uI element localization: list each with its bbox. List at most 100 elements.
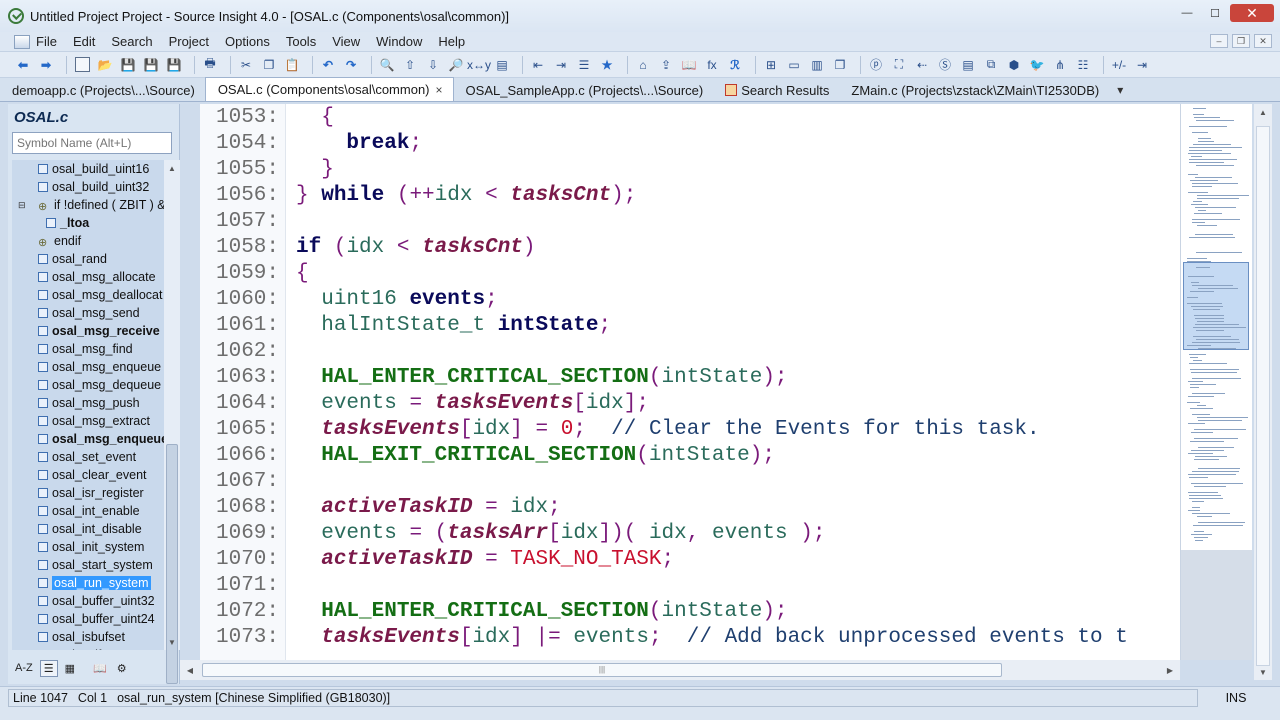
symbol-list-item[interactable]: ⊕ endif <box>12 232 164 250</box>
forward-arrow-icon[interactable]: ➡ <box>37 56 55 74</box>
symbol-list-item[interactable]: osal_buffer_uint32 <box>12 592 164 610</box>
scroll-thumb[interactable] <box>1256 126 1270 666</box>
save-as-icon[interactable]: 💾 <box>142 56 160 74</box>
tab-osal-sampleapp-c[interactable]: OSAL_SampleApp.c (Projects\...\Source) <box>454 79 714 101</box>
menu-edit[interactable]: Edit <box>65 34 103 49</box>
close-button[interactable]: ✕ <box>1230 4 1274 22</box>
category-view-button[interactable]: ▦ <box>62 661 78 676</box>
menu-tools[interactable]: Tools <box>278 34 324 49</box>
symbol-list-item[interactable]: osal_start_system <box>12 556 164 574</box>
save-all-icon[interactable]: 💾 <box>165 56 183 74</box>
editor-horizontal-scrollbar[interactable]: ◀ ||| ▶ <box>180 660 1180 680</box>
maximize-button[interactable]: ☐ <box>1202 4 1228 22</box>
symbol-list-item[interactable]: osal_msg_find <box>12 340 164 358</box>
tree-icon[interactable]: ⋔ <box>1051 56 1069 74</box>
symbol-list-item[interactable]: osal_init_system <box>12 538 164 556</box>
open-folder-icon[interactable]: 📂 <box>96 56 114 74</box>
doc-restore-button[interactable]: ❐ <box>1232 34 1250 48</box>
symbol-list-item[interactable]: osal_buffer_uint24 <box>12 610 164 628</box>
symbol-list-item[interactable]: osal_build_uint16 <box>12 160 164 178</box>
scroll-down-icon[interactable]: ▼ <box>164 634 180 650</box>
symbol-list-item[interactable]: osal_build_uint32 <box>12 178 164 196</box>
bookmark-next-icon[interactable]: ⇥ <box>552 56 570 74</box>
symbol-list-item[interactable]: osal_int_enable <box>12 502 164 520</box>
symbol-window-icon[interactable]: ⇠ <box>913 56 931 74</box>
symbol-list-item[interactable]: osal_int_disable <box>12 520 164 538</box>
tab-zmain-c[interactable]: ZMain.c (Projects\zstack\ZMain\TI2530DB) <box>839 79 1109 101</box>
symbol-list-item[interactable]: _ltoa <box>12 214 164 232</box>
code-overview-minimap[interactable] <box>1180 104 1252 660</box>
collapse-icon[interactable]: ⊟ <box>18 200 26 211</box>
redo-icon[interactable]: ↷ <box>342 56 360 74</box>
search-forward-icon[interactable]: ⇩ <box>424 56 442 74</box>
symbol-list-item[interactable]: osal_msg_enqueue <box>12 358 164 376</box>
menu-search[interactable]: Search <box>103 34 160 49</box>
bookmark-list-icon[interactable]: ☰ <box>575 56 593 74</box>
scroll-right-icon[interactable]: ▶ <box>1162 662 1178 678</box>
paste-icon[interactable]: 📋 <box>283 56 301 74</box>
menu-help[interactable]: Help <box>430 34 473 49</box>
scroll-up-icon[interactable]: ▲ <box>1254 104 1272 120</box>
code-editor[interactable]: 1053: {1054: break; 1055: } 1056:} while (… <box>200 104 1180 660</box>
scroll-up-icon[interactable]: ▲ <box>164 160 180 176</box>
settings-gear-icon[interactable]: ⚙ <box>114 661 130 676</box>
symbol-list-item[interactable]: osal_isbufset <box>12 628 164 646</box>
menu-file[interactable]: File <box>30 34 65 49</box>
symbol-list-item[interactable]: osal_self <box>12 646 164 650</box>
symbol-list-scrollbar[interactable]: ▲ ▼ <box>164 160 180 684</box>
scroll-left-icon[interactable]: ◀ <box>182 662 198 678</box>
new-file-icon[interactable] <box>73 56 91 74</box>
doc-close-button[interactable]: ✕ <box>1254 34 1272 48</box>
sort-alpha-button[interactable]: A-Z <box>12 661 36 675</box>
menu-project[interactable]: Project <box>161 34 217 49</box>
menu-options[interactable]: Options <box>217 34 278 49</box>
search-project-icon[interactable]: ▤ <box>493 56 511 74</box>
book-icon[interactable]: 📖 <box>90 661 110 676</box>
symbol-list-item[interactable]: osal_msg_push <box>12 394 164 412</box>
function-icon[interactable]: fx <box>703 56 721 74</box>
project-icon[interactable]: ⓟ <box>867 56 885 74</box>
undo-icon[interactable]: ↶ <box>319 56 337 74</box>
copy-icon[interactable]: ❐ <box>260 56 278 74</box>
symbol-list-item[interactable]: osal_set_event <box>12 448 164 466</box>
symbol-list-item[interactable]: osal_isr_register <box>12 484 164 502</box>
scroll-down-icon[interactable]: ▼ <box>1254 664 1272 680</box>
tab-osal-c[interactable]: OSAL.c (Components\osal\common) × <box>204 77 454 101</box>
indent-icon[interactable]: ⇥ <box>1133 56 1151 74</box>
symbol-list-item[interactable]: osal_msg_allocate <box>12 268 164 286</box>
replace-icon[interactable]: x↔y <box>467 56 491 74</box>
tab-close-icon[interactable]: × <box>436 83 443 97</box>
windows-icon[interactable]: ❐ <box>831 56 849 74</box>
scroll-thumb[interactable]: ||| <box>202 663 1002 677</box>
find-files-icon[interactable]: 🔎 <box>447 56 465 74</box>
layout-icon[interactable]: ⊞ <box>762 56 780 74</box>
editor-vertical-scrollbar[interactable]: ▲ ▼ <box>1254 104 1272 680</box>
tab-size-icon[interactable]: +/- <box>1110 56 1128 74</box>
find-icon[interactable]: 🔍 <box>378 56 396 74</box>
relation-window-icon[interactable]: ℛ <box>726 56 744 74</box>
clip-window-icon[interactable]: ▤ <box>959 56 977 74</box>
jump-to-definition-icon[interactable]: ⇪ <box>657 56 675 74</box>
package-icon[interactable]: ⬢ <box>1005 56 1023 74</box>
snippet-icon[interactable]: ⧉ <box>982 56 1000 74</box>
bookmark-prev-icon[interactable]: ⇤ <box>529 56 547 74</box>
search-backward-icon[interactable]: ⇧ <box>401 56 419 74</box>
menu-window[interactable]: Window <box>368 34 430 49</box>
symbol-list-item[interactable]: osal_msg_receive <box>12 322 164 340</box>
symbol-list-item[interactable]: osal_msg_enqueue <box>12 430 164 448</box>
tab-list-dropdown-icon[interactable]: ▾ <box>1117 83 1123 97</box>
bird-icon[interactable]: 🐦 <box>1028 56 1046 74</box>
doc-minimize-button[interactable]: – <box>1210 34 1228 48</box>
cut-icon[interactable]: ✂ <box>237 56 255 74</box>
menu-view[interactable]: View <box>324 34 368 49</box>
tab-search-results[interactable]: Search Results <box>713 79 839 101</box>
symbol-list-item[interactable]: osal_msg_extract <box>12 412 164 430</box>
outline-icon[interactable]: ☷ <box>1074 56 1092 74</box>
symbol-list-item[interactable]: osal_rand <box>12 250 164 268</box>
lookup-reference-icon[interactable]: 📖 <box>680 56 698 74</box>
system-menu-icon[interactable] <box>14 34 30 49</box>
browse-symbols-icon[interactable]: ⌂ <box>634 56 652 74</box>
symbol-list-item[interactable]: ⊟ ⊕ if !defined ( ZBIT ) & <box>12 196 164 214</box>
symbol-list-item[interactable]: osal_run_system <box>12 574 164 592</box>
minimize-button[interactable]: — <box>1174 4 1200 22</box>
